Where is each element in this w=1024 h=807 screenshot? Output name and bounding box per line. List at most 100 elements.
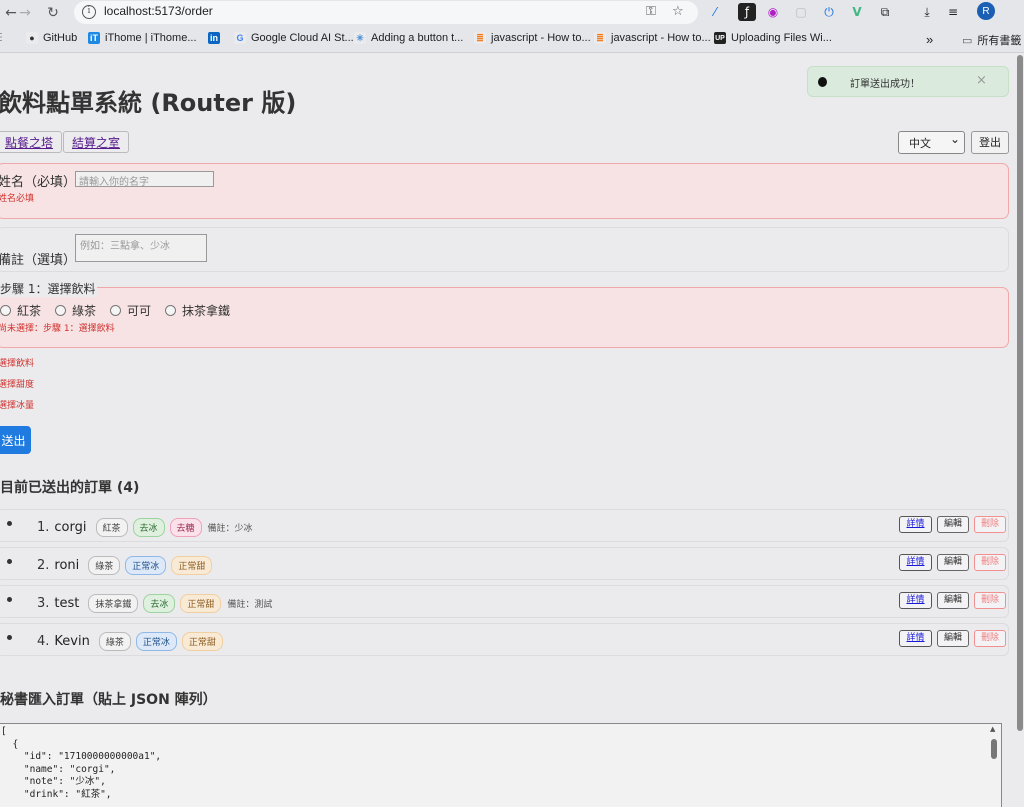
bookmark-ithome[interactable]: iT iThome | iThome... bbox=[88, 32, 197, 44]
name-input[interactable]: 請輸入你的名字 bbox=[75, 171, 214, 188]
forward-icon[interactable]: → bbox=[14, 2, 36, 24]
step1-error: 尚未選擇：步驟 1：選擇飲料 bbox=[0, 324, 115, 334]
stackoverflow-icon: ≣ bbox=[594, 32, 606, 44]
site-info-icon[interactable]: i bbox=[82, 5, 96, 19]
radio-matcha-latte[interactable] bbox=[165, 305, 177, 316]
bookmark-stackoverflow-2[interactable]: ≣ javascript - How to... bbox=[594, 32, 711, 44]
order-index: 3. bbox=[37, 596, 50, 611]
order-name: Kevin bbox=[54, 634, 90, 649]
apps-icon[interactable]: ⋮ bbox=[0, 32, 6, 43]
note-textarea[interactable]: 例如：三點拿、少冰 bbox=[75, 234, 207, 262]
order-name: test bbox=[54, 596, 80, 611]
extension-3-icon[interactable]: ◉ bbox=[764, 3, 782, 21]
submit-button[interactable]: 送出 bbox=[0, 426, 31, 454]
page-title: 飲料點單系統 (Router 版) bbox=[0, 89, 297, 117]
order-edit-button[interactable]: 編輯 bbox=[937, 516, 969, 533]
order-tag-badge: 綠茶 bbox=[98, 632, 131, 651]
step1-legend: 步驟 1：選擇飲料 bbox=[0, 280, 98, 297]
order-summary: 3. test 抹茶拿鐵 去冰 正常甜 備註：測試 bbox=[37, 594, 272, 613]
toast-close-icon[interactable]: × bbox=[976, 73, 987, 88]
bookmarks-bar: ⋮ ● GitHub iT iThome | iThome... in G Go… bbox=[0, 27, 1024, 53]
order-row: 2. roni 綠茶 正常冰 正常甜 詳情 編輯 刪除 bbox=[0, 547, 1009, 580]
order-row: 3. test 抹茶拿鐵 去冰 正常甜 備註：測試 詳情 編輯 刪除 bbox=[0, 585, 1009, 618]
error-ice: 選擇冰量 bbox=[0, 401, 35, 411]
order-note: 備註：少冰 bbox=[207, 524, 253, 534]
json-import-textarea[interactable]: [ { "id": "1710000000000a1", "name": "co… bbox=[0, 723, 1002, 807]
folder-icon: ▭ bbox=[962, 34, 973, 47]
extensions-puzzle-icon[interactable]: ⧉ bbox=[876, 3, 894, 21]
scroll-up-icon[interactable]: ▲ bbox=[990, 725, 995, 733]
order-delete-button[interactable]: 刪除 bbox=[974, 554, 1006, 571]
url-text[interactable]: localhost:5173/order bbox=[104, 4, 213, 18]
page-scrollbar[interactable] bbox=[1016, 53, 1024, 807]
bookmark-linkedin[interactable]: in bbox=[208, 32, 220, 44]
language-select[interactable]: 中文 bbox=[898, 131, 965, 154]
extension-1-icon[interactable]: ⁄ bbox=[706, 3, 724, 21]
more-bookmarks-icon[interactable]: » bbox=[926, 32, 933, 47]
bookmark-adding-button[interactable]: ✳ Adding a button t... bbox=[354, 32, 463, 44]
extension-5-icon[interactable]: ⏻ bbox=[820, 3, 838, 21]
list-bullet bbox=[7, 559, 12, 564]
order-edit-button[interactable]: 編輯 bbox=[937, 554, 969, 571]
reading-list-icon[interactable]: ≡ bbox=[944, 3, 962, 21]
order-note: 備註：測試 bbox=[227, 600, 273, 610]
logout-button[interactable]: 登出 bbox=[971, 131, 1009, 154]
nav-link-order[interactable]: 點餐之塔 bbox=[0, 131, 63, 153]
radio-cocoa[interactable] bbox=[110, 305, 122, 316]
address-bar[interactable]: i localhost:5173/order ⚿ ☆ bbox=[74, 1, 698, 24]
order-name: roni bbox=[54, 558, 80, 573]
radio-green-tea[interactable] bbox=[55, 305, 67, 316]
list-bullet bbox=[7, 635, 12, 640]
profile-avatar[interactable]: R bbox=[977, 2, 995, 20]
order-tag-badge: 抹茶拿鐵 bbox=[88, 594, 139, 613]
order-delete-button[interactable]: 刪除 bbox=[974, 592, 1006, 609]
order-edit-button[interactable]: 編輯 bbox=[937, 630, 969, 647]
order-summary: 1. corgi 紅茶 去冰 去糖 備註：少冰 bbox=[37, 518, 253, 537]
error-sweetness: 選擇甜度 bbox=[0, 380, 35, 390]
orders-title: 目前已送出的訂單 (4) bbox=[0, 480, 140, 496]
download-icon[interactable]: ⤓ bbox=[918, 3, 936, 21]
order-tag-badge: 去冰 bbox=[143, 594, 176, 613]
nav-link-checkout[interactable]: 結算之室 bbox=[63, 131, 130, 153]
order-delete-button[interactable]: 刪除 bbox=[974, 516, 1006, 533]
cloud-shell-icon: ✳ bbox=[354, 32, 366, 44]
name-error: 姓名必填 bbox=[0, 194, 35, 204]
upload-site-icon: UP bbox=[714, 32, 726, 44]
ithome-icon: iT bbox=[88, 32, 100, 44]
page-scroll-thumb[interactable] bbox=[1017, 55, 1023, 731]
order-delete-button[interactable]: 刪除 bbox=[974, 630, 1006, 647]
drink-options: 紅茶 綠茶 可可 抹茶拿鐵 bbox=[0, 302, 230, 319]
order-detail-button[interactable]: 詳情 bbox=[899, 592, 932, 609]
order-edit-button[interactable]: 編輯 bbox=[937, 592, 969, 609]
order-tag-badge: 去糖 bbox=[169, 518, 202, 537]
toast-status-icon bbox=[818, 77, 827, 87]
bookmark-github[interactable]: ● GitHub bbox=[26, 32, 77, 44]
vue-devtools-icon[interactable]: V bbox=[848, 3, 866, 21]
scroll-thumb[interactable] bbox=[991, 739, 997, 759]
order-detail-button[interactable]: 詳情 bbox=[899, 516, 932, 533]
error-drink: 選擇飲料 bbox=[0, 359, 35, 369]
key-icon[interactable]: ⚿ bbox=[646, 4, 656, 19]
order-tag-badge: 正常甜 bbox=[171, 556, 213, 575]
order-detail-button[interactable]: 詳情 bbox=[899, 630, 932, 647]
star-icon[interactable]: ☆ bbox=[672, 4, 684, 19]
radio-black-tea[interactable] bbox=[0, 305, 11, 316]
order-detail-button[interactable]: 詳情 bbox=[899, 554, 932, 571]
list-bullet bbox=[7, 521, 12, 526]
json-textarea-scrollbar[interactable]: ▲ bbox=[989, 725, 999, 807]
bookmark-uploading-files[interactable]: UP Uploading Files Wi... bbox=[714, 32, 832, 44]
order-tag-badge: 正常甜 bbox=[181, 632, 223, 651]
bookmark-google-cloud[interactable]: G Google Cloud AI St... bbox=[234, 32, 354, 44]
reload-icon[interactable]: ↻ bbox=[42, 2, 64, 24]
success-toast: 訂單送出成功！ × bbox=[807, 66, 1009, 97]
bookmark-stackoverflow-1[interactable]: ≣ javascript - How to... bbox=[474, 32, 591, 44]
order-summary: 2. roni 綠茶 正常冰 正常甜 bbox=[37, 556, 213, 575]
all-bookmarks[interactable]: ▭ 所有書籤 bbox=[962, 32, 1021, 48]
note-label: 備註（選填） bbox=[0, 253, 77, 268]
order-tag-badge: 正常冰 bbox=[135, 632, 177, 651]
extension-2-icon[interactable]: ƒ bbox=[738, 3, 756, 21]
order-summary: 4. Kevin 綠茶 正常冰 正常甜 bbox=[37, 632, 223, 651]
order-row: 4. Kevin 綠茶 正常冰 正常甜 詳情 編輯 刪除 bbox=[0, 623, 1009, 656]
order-row: 1. corgi 紅茶 去冰 去糖 備註：少冰 詳情 編輯 刪除 bbox=[0, 509, 1009, 542]
extension-4-icon[interactable]: ▢ bbox=[792, 3, 810, 21]
